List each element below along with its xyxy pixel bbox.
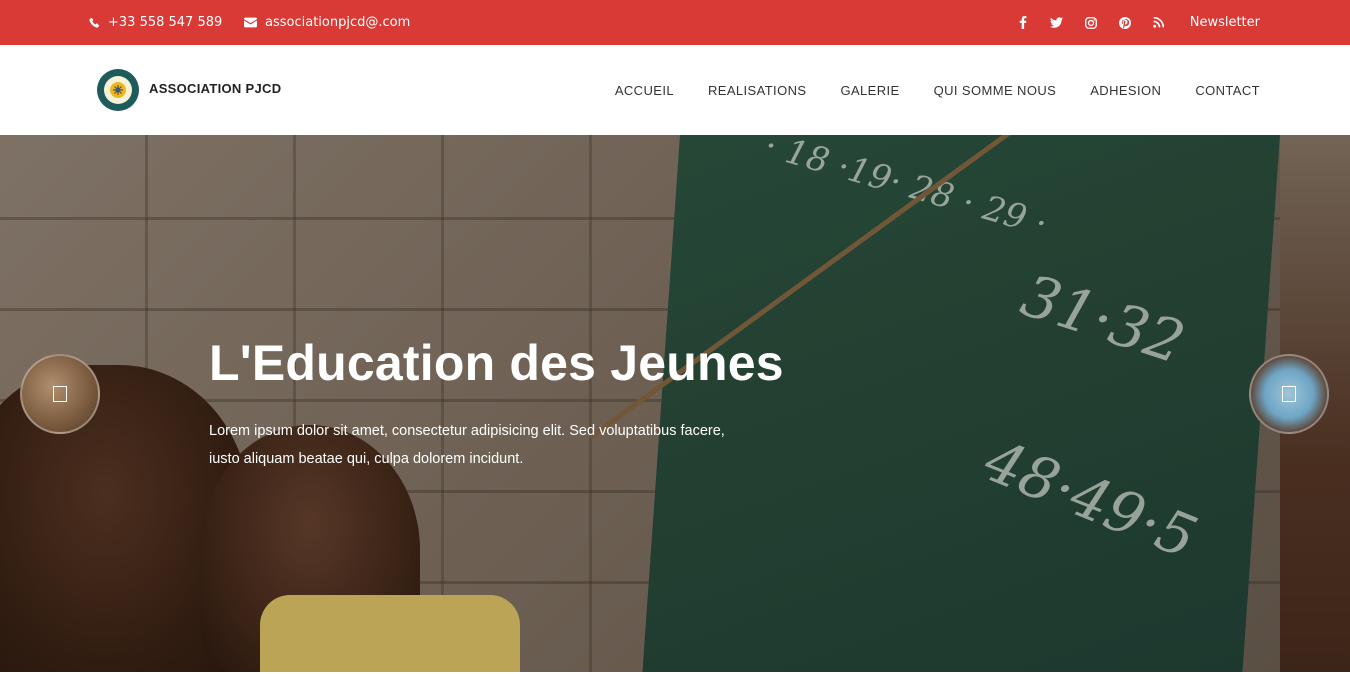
seal-icon [110, 82, 126, 98]
pinterest-icon[interactable] [1116, 14, 1134, 32]
nav-item-accueil[interactable]: ACCUEIL [615, 83, 674, 98]
hero-title: L'Education des Jeunes [209, 335, 784, 391]
hero-text: Lorem ipsum dolor sit amet, consectetur … [209, 423, 725, 467]
hero-slider: · 18 ·19· 28 · 29 · 31·32 48·49·5 L'Educ… [0, 135, 1350, 672]
brand-name[interactable]: ASSOCIATION PJCD [149, 81, 281, 96]
nav-item-contact[interactable]: CONTACT [1195, 83, 1260, 98]
email-address: associationpjcd@.com [265, 15, 411, 30]
facebook-icon[interactable] [1014, 14, 1032, 32]
phone-number: +33 558 547 589 [108, 15, 223, 30]
next-slide-button[interactable] [1249, 354, 1329, 434]
nav-item-qui-somme-nous[interactable]: QUI SOMME NOUS [934, 83, 1057, 98]
instagram-icon[interactable] [1082, 14, 1100, 32]
nav-item-realisations[interactable]: REALISATIONS [708, 83, 806, 98]
phone-contact[interactable]: +33 558 547 589 [89, 0, 222, 45]
envelope-icon [244, 17, 257, 28]
logo-emblem [104, 76, 132, 104]
main-nav: ACCUEIL REALISATIONS GALERIE QUI SOMME N… [581, 45, 1260, 135]
social-links: Newsletter [1014, 0, 1260, 45]
top-bar: +33 558 547 589 associationpjcd@.com New… [0, 0, 1350, 45]
hero-overlay [0, 135, 1350, 672]
rss-icon[interactable] [1150, 14, 1168, 32]
previous-slide-button[interactable] [20, 354, 100, 434]
twitter-icon[interactable] [1048, 14, 1066, 32]
site-header: ASSOCIATION PJCD ACCUEIL REALISATIONS GA… [0, 45, 1350, 135]
nav-item-galerie[interactable]: GALERIE [840, 83, 899, 98]
email-contact[interactable]: associationpjcd@.com [244, 0, 410, 45]
phone-icon [89, 17, 100, 28]
next-arrow-icon [1251, 356, 1327, 432]
association-logo[interactable] [97, 69, 139, 111]
prev-arrow-icon [22, 356, 98, 432]
nav-item-adhesion[interactable]: ADHESION [1090, 83, 1161, 98]
newsletter-link[interactable]: Newsletter [1190, 15, 1260, 30]
